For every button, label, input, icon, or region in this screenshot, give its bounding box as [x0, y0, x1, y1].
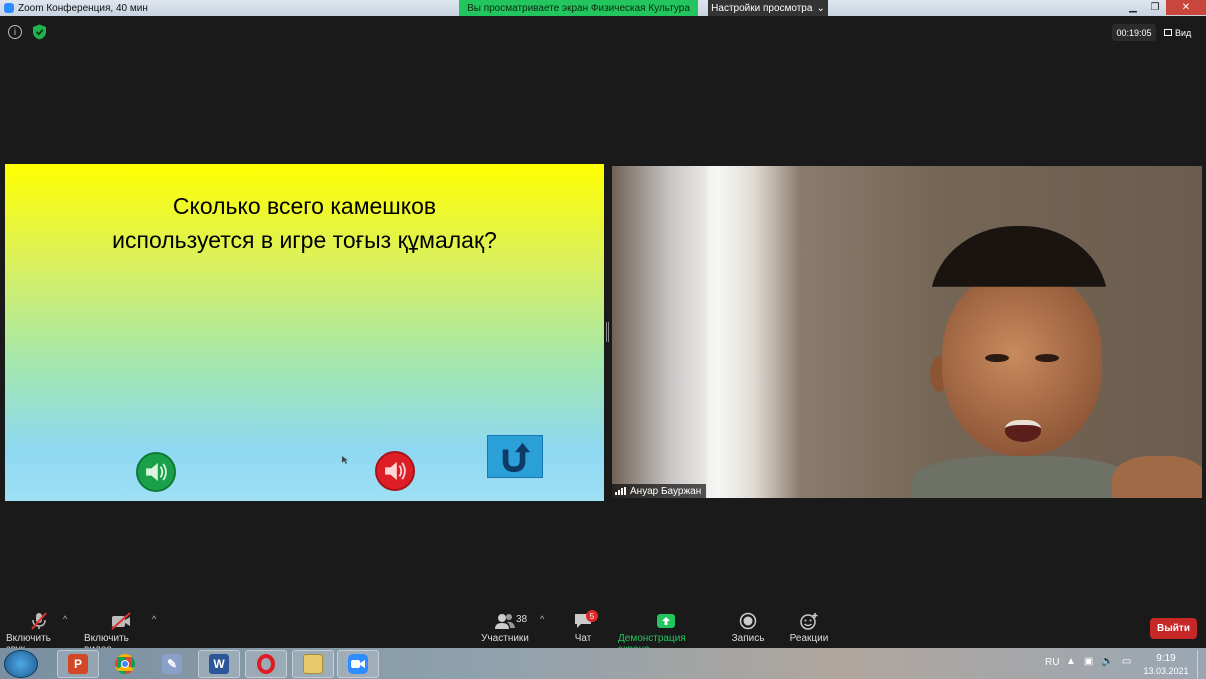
- video-curtain: [707, 166, 817, 498]
- shared-screen-slide: Сколько всего камешков используется в иг…: [5, 164, 604, 501]
- u-turn-arrow-icon: [502, 442, 531, 472]
- participants-label: Участники: [481, 633, 529, 644]
- view-label: Вид: [1175, 27, 1192, 38]
- reactions-button[interactable]: Реакции: [788, 612, 830, 644]
- minimize-icon[interactable]: ▁: [1122, 0, 1144, 15]
- taskbar-word-icon[interactable]: W: [198, 650, 240, 678]
- taskbar-chrome-icon[interactable]: [104, 650, 146, 678]
- video-options-caret-icon[interactable]: ^: [152, 614, 156, 624]
- sound-correct-icon[interactable]: [136, 452, 176, 492]
- clock-date[interactable]: 13.03.2021: [1143, 666, 1189, 676]
- powerpoint-icon: P: [68, 654, 88, 674]
- close-icon[interactable]: ✕: [1166, 0, 1206, 15]
- camera-off-icon: [111, 612, 131, 630]
- smiley-add-icon: [800, 613, 818, 630]
- slide-question-line-1: Сколько всего камешков: [172, 193, 437, 219]
- volume-icon[interactable]: 🔈: [1101, 656, 1113, 667]
- participant-name: Ануар Бауржан: [630, 485, 702, 497]
- grid-icon: [1164, 29, 1172, 36]
- screen-share-banner: Вы просматриваете экран Физическая Культ…: [459, 0, 698, 16]
- window-title-text: Zoom Конференция, 40 мин: [18, 2, 148, 14]
- participants-caret-icon[interactable]: ^: [540, 614, 544, 624]
- chrome-icon: [115, 654, 135, 674]
- view-button[interactable]: Вид: [1164, 24, 1191, 41]
- reactions-label: Реакции: [789, 633, 829, 644]
- zoom-icon: [348, 654, 368, 674]
- taskbar-zoom-icon[interactable]: [337, 650, 379, 678]
- shield-icon[interactable]: [32, 24, 47, 40]
- participant-name-label: Ануар Бауржан: [612, 484, 707, 498]
- signal-strength-icon: [615, 487, 626, 495]
- chat-unread-badge: 5: [586, 610, 598, 622]
- meeting-timer: 00:19:05: [1112, 24, 1156, 41]
- paint-icon: ✎: [162, 654, 182, 674]
- participants-icon: [495, 614, 515, 629]
- video-person-shirt: [912, 456, 1132, 498]
- record-button[interactable]: Запись: [730, 612, 766, 644]
- chevron-down-icon: ⌄: [816, 2, 825, 14]
- chat-label: Чат: [574, 633, 592, 644]
- folder-icon: [303, 654, 323, 674]
- view-options-dropdown[interactable]: Настройки просмотра ⌄: [708, 0, 828, 16]
- restore-icon[interactable]: ❐: [1144, 0, 1166, 15]
- mouse-cursor-icon: [342, 456, 348, 464]
- action-center-icon[interactable]: ▭: [1122, 656, 1131, 667]
- taskbar-opera-icon[interactable]: [245, 650, 287, 678]
- share-screen-icon: [657, 614, 675, 628]
- record-icon: [739, 612, 757, 630]
- leave-meeting-button[interactable]: Выйти: [1150, 618, 1197, 639]
- sound-wrong-icon[interactable]: [375, 451, 415, 491]
- word-icon: W: [209, 654, 229, 674]
- audio-options-caret-icon[interactable]: ^: [63, 614, 67, 624]
- keyboard-language[interactable]: RU: [1045, 657, 1059, 668]
- clock-time[interactable]: 9:19: [1143, 653, 1189, 664]
- record-label: Запись: [731, 633, 765, 644]
- participants-count: 38: [516, 614, 528, 625]
- microphone-muted-icon: [31, 612, 47, 630]
- zoom-app-icon: [4, 3, 14, 13]
- tray-expand-icon[interactable]: ▲: [1066, 656, 1076, 667]
- video-person-eye: [1035, 354, 1059, 362]
- view-options-label: Настройки просмотра: [711, 2, 813, 14]
- participant-video: Ануар Бауржан: [612, 166, 1202, 498]
- window-controls: ▁ ❐ ✕: [1122, 0, 1206, 16]
- windows-start-button[interactable]: [4, 650, 38, 678]
- slide-question-line-2: используется в игре тоғыз құмалақ?: [112, 227, 497, 253]
- window-title: Zoom Конференция, 40 мин: [4, 1, 148, 15]
- slide-question: Сколько всего камешков используется в иг…: [5, 189, 604, 257]
- opera-icon: [257, 654, 275, 674]
- system-tray: ▲ ▣ 🔈 ▭: [1066, 656, 1131, 667]
- taskbar-explorer-icon[interactable]: [292, 650, 334, 678]
- info-icon[interactable]: i: [8, 25, 22, 39]
- video-person-hand: [1112, 456, 1202, 498]
- taskbar-paint-icon[interactable]: ✎: [151, 650, 193, 678]
- show-desktop-button[interactable]: [1197, 650, 1206, 679]
- video-person-mouth: [1005, 420, 1041, 442]
- return-arrow-button[interactable]: [487, 435, 543, 478]
- taskbar-powerpoint-icon[interactable]: P: [57, 650, 99, 678]
- video-person-eye: [985, 354, 1009, 362]
- network-icon[interactable]: ▣: [1084, 656, 1093, 667]
- split-divider-handle[interactable]: [606, 322, 609, 342]
